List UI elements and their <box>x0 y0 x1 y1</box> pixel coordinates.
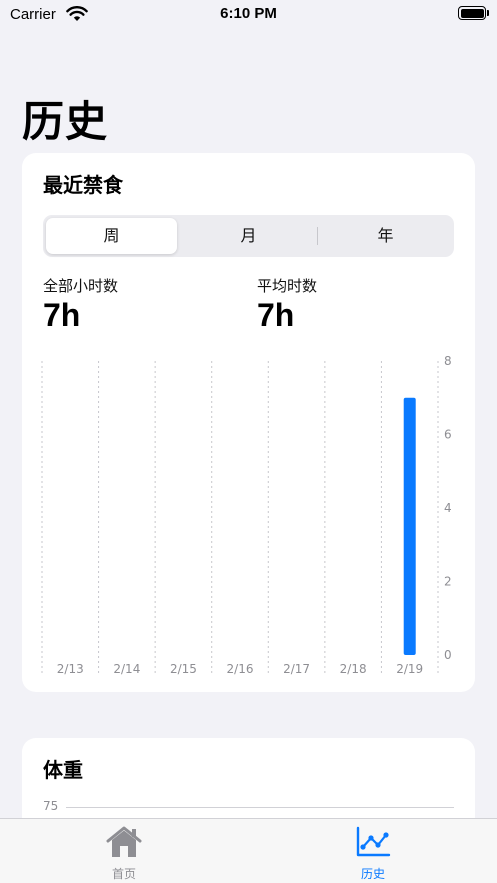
period-segmented-control: 周 月 年 <box>43 215 454 257</box>
segment-year[interactable]: 年 <box>320 218 451 254</box>
card-title: 最近禁食 <box>43 173 123 197</box>
battery-icon <box>458 6 486 20</box>
segment-week[interactable]: 周 <box>46 218 177 254</box>
status-bar: Carrier 6:10 PM <box>0 0 497 30</box>
weight-y-tick: 75 <box>43 799 59 813</box>
tab-history[interactable]: 历史 <box>249 819 497 883</box>
chart-x-tick-label: 2/13 <box>57 662 84 676</box>
page-title: 历史 <box>22 97 109 146</box>
weight-gridline <box>66 807 454 808</box>
segment-divider <box>317 227 318 245</box>
recent-fasting-card: 最近禁食 周 月 年 全部小时数 7h 平均时数 7h 0 2 4 6 8 2/13 2/1… <box>22 153 475 692</box>
chart-x-tick-label: 2/15 <box>170 662 197 676</box>
chart-y-tick-label: 2 <box>444 575 452 589</box>
tab-home[interactable]: 首页 <box>0 819 248 883</box>
card-title: 体重 <box>43 758 83 782</box>
house-icon <box>105 825 143 863</box>
chart-x-tick-label: 2/17 <box>283 662 310 676</box>
chart-y-tick-label: 4 <box>444 501 452 515</box>
battery-tip <box>487 10 489 16</box>
chart-x-tick-label: 2/19 <box>396 662 423 676</box>
total-hours-label: 全部小时数 <box>43 277 119 295</box>
chart-y-tick-label: 6 <box>444 428 452 442</box>
clock: 6:10 PM <box>220 5 277 22</box>
total-hours-value: 7h <box>43 297 81 333</box>
chart-y-tick-label: 0 <box>444 648 452 662</box>
chart-x-tick-label: 2/16 <box>227 662 254 676</box>
chart-x-tick-label: 2/14 <box>113 662 140 676</box>
tab-home-label: 首页 <box>111 867 136 881</box>
average-hours-value: 7h <box>257 297 295 333</box>
tab-bar: 首页 历史 <box>0 818 497 883</box>
chart-y-tick-label: 8 <box>444 354 452 368</box>
chart-x-tick-label: 2/18 <box>340 662 367 676</box>
segment-month[interactable]: 月 <box>180 218 317 254</box>
tab-history-label: 历史 <box>360 867 385 881</box>
fasting-bar-chart: 0 2 4 6 8 2/13 2/14 2/15 2/16 2/17 2/18 2/19 <box>41 354 452 676</box>
chart-line-icon <box>354 825 392 863</box>
average-hours-label: 平均时数 <box>257 277 318 295</box>
chart-bar <box>403 397 416 655</box>
